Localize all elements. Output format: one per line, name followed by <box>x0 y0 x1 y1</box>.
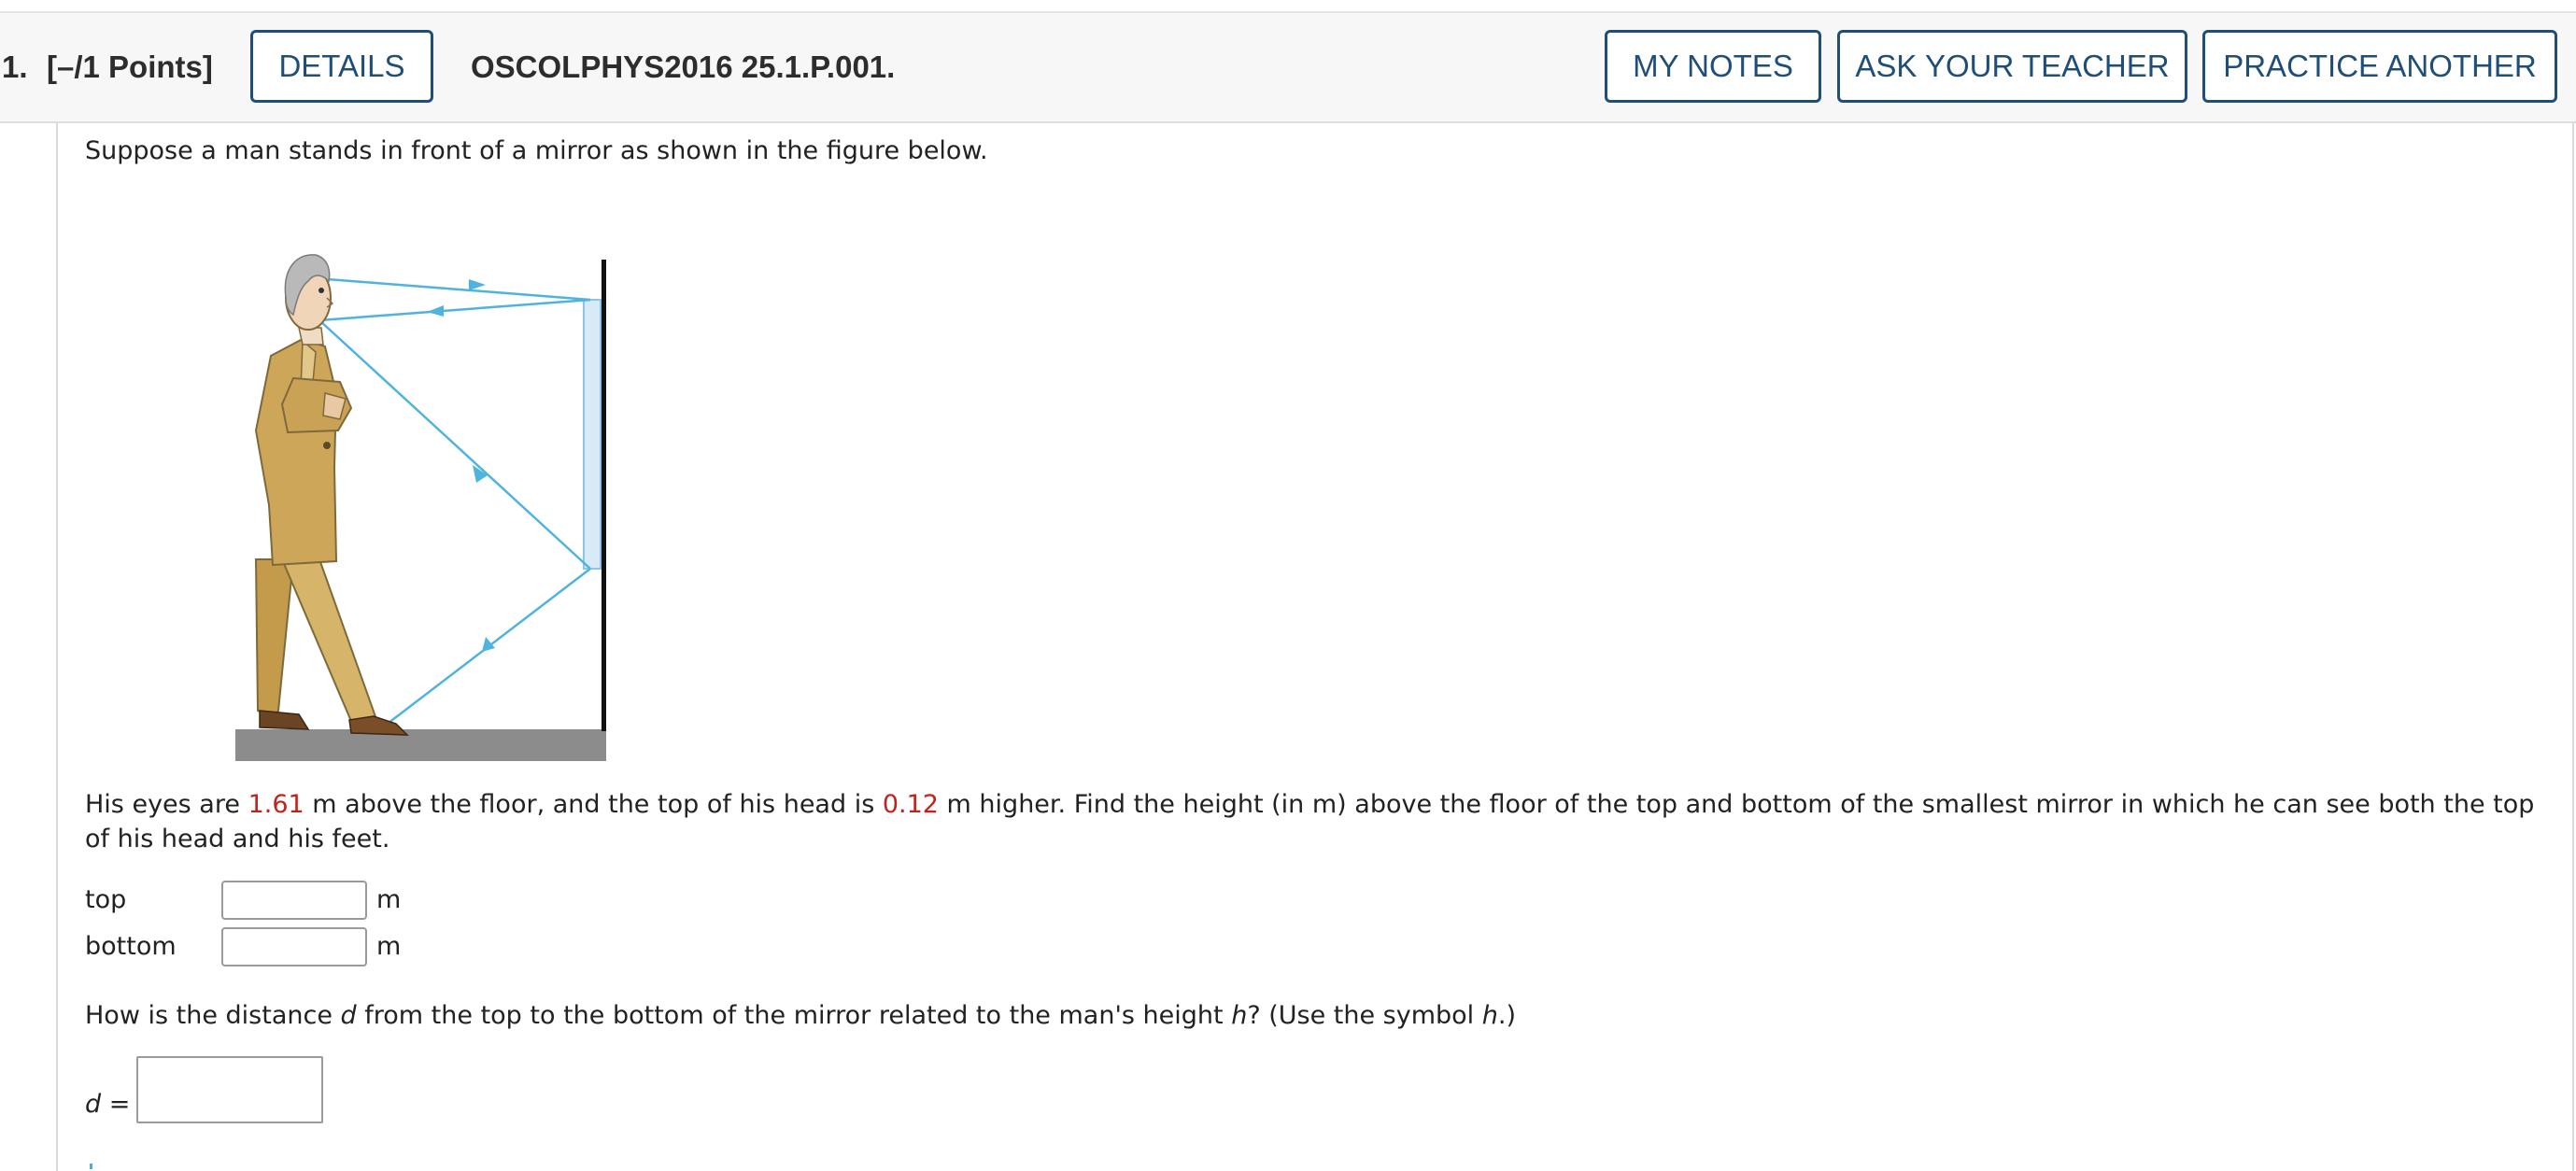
question-number: 1. <box>2 49 28 84</box>
page: 1. [–/1 Points] DETAILS OSCOLPHYS2016 25… <box>0 0 2576 1171</box>
q2-var-h2: h <box>1481 1001 1498 1030</box>
practice-another-button[interactable]: PRACTICE ANOTHER <box>2202 30 2557 103</box>
q2-text-b: from the top to the bottom of the mirror… <box>356 1001 1232 1030</box>
q2-text-end: .) <box>1497 1001 1517 1030</box>
question-2-text: How is the distance d from the top to th… <box>85 998 1516 1033</box>
intro-text: Suppose a man stands in front of a mirro… <box>85 136 988 165</box>
top-answer-input[interactable] <box>221 881 367 920</box>
ask-your-teacher-button[interactable]: ASK YOUR TEACHER <box>1837 30 2187 103</box>
man-figure <box>254 254 409 736</box>
my-notes-button[interactable]: MY NOTES <box>1605 30 1821 103</box>
q2-text-c: ? (Use the symbol <box>1247 1001 1482 1030</box>
d-label-eq: = <box>101 1090 131 1119</box>
bottom-unit: m <box>376 932 402 961</box>
ray-arrowheads <box>427 279 495 652</box>
mirror-figure <box>235 254 606 761</box>
d-answer-input[interactable] <box>136 1056 323 1123</box>
mirror <box>583 299 602 570</box>
head-extra-value: 0.12 <box>882 790 939 819</box>
light-rays <box>315 276 591 730</box>
wall <box>602 260 606 731</box>
details-button[interactable]: DETAILS <box>250 30 433 103</box>
problem-id: OSCOLPHYS2016 25.1.P.001. <box>471 49 896 84</box>
d-label: d = <box>85 1087 130 1122</box>
floor <box>235 729 606 761</box>
top-unit: m <box>376 885 402 914</box>
q2-text-a: How is the distance <box>85 1001 341 1030</box>
q1-text-a: His eyes are <box>85 790 248 819</box>
question-body: Suppose a man stands in front of a mirro… <box>56 122 2574 1171</box>
cutoff-mark <box>90 1164 92 1169</box>
points-label: [–/1 Points] <box>47 49 213 84</box>
top-label: top <box>85 885 127 914</box>
eye-height-value: 1.61 <box>248 790 304 819</box>
q2-var-d: d <box>340 1001 357 1030</box>
q1-text-b: m above the floor, and the top of his he… <box>304 790 883 819</box>
bottom-label: bottom <box>85 932 177 961</box>
question-header: 1. [–/1 Points] DETAILS OSCOLPHYS2016 25… <box>0 13 2576 123</box>
question-paragraph: His eyes are 1.61 m above the floor, and… <box>85 787 2541 856</box>
d-label-var: d <box>85 1090 102 1119</box>
bottom-answer-input[interactable] <box>221 927 367 966</box>
q2-var-h: h <box>1231 1001 1248 1030</box>
